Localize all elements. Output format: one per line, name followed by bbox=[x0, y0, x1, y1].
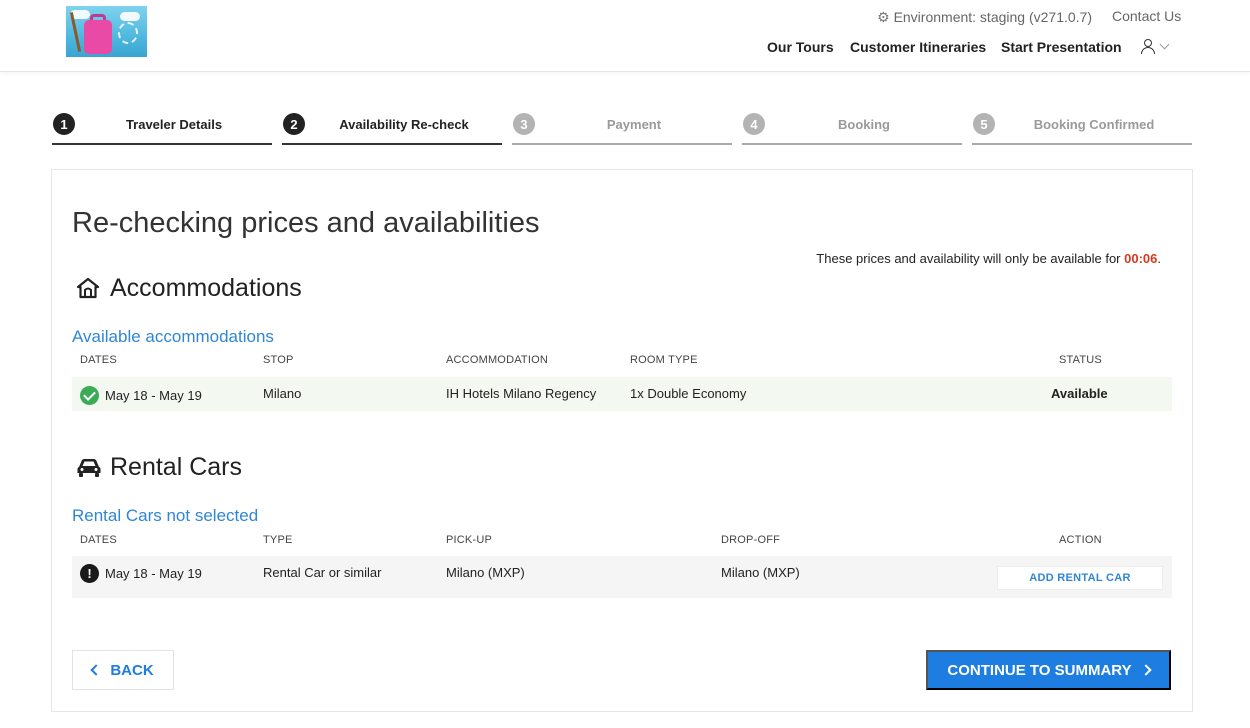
page-title: Re-checking prices and availabilities bbox=[72, 207, 540, 239]
accommodation-room-type: 1x Double Economy bbox=[630, 386, 747, 401]
nav-start-presentation[interactable]: Start Presentation bbox=[1001, 39, 1122, 55]
environment-indicator: ⚙ Environment: staging (v271.0.7) bbox=[877, 8, 1092, 26]
environment-label: Environment: staging (v271.0.7) bbox=[893, 9, 1093, 25]
exclamation-circle-icon: ! bbox=[80, 564, 99, 583]
step-number: 2 bbox=[283, 113, 305, 135]
step-booking-confirmed: 5 Booking Confirmed bbox=[972, 112, 1192, 145]
chevron-down-icon bbox=[1159, 39, 1170, 49]
step-label: Payment bbox=[606, 117, 662, 132]
nav-customer-itineraries[interactable]: Customer Itineraries bbox=[850, 39, 986, 55]
step-label: Traveler Details bbox=[125, 117, 223, 132]
top-header: ⚙ Environment: staging (v271.0.7) Contac… bbox=[0, 0, 1250, 72]
gear-icon: ⚙ bbox=[877, 8, 890, 25]
rental-pickup: Milano (MXP) bbox=[446, 565, 525, 580]
timer-value: 00:06 bbox=[1124, 251, 1158, 266]
col-status: STATUS bbox=[1059, 354, 1102, 366]
col-type: TYPE bbox=[263, 534, 293, 546]
availability-timer: These prices and availability will only … bbox=[816, 251, 1161, 266]
hotel-icon bbox=[76, 277, 100, 299]
step-label: Availability Re-check bbox=[339, 117, 469, 132]
step-booking: 4 Booking bbox=[742, 112, 962, 145]
col-accommodation: ACCOMMODATION bbox=[446, 354, 549, 366]
user-menu[interactable] bbox=[1141, 38, 1170, 54]
table-row bbox=[72, 377, 1172, 411]
check-circle-icon bbox=[80, 386, 99, 405]
chevron-left-icon bbox=[90, 664, 102, 676]
add-rental-car-button[interactable]: ADD RENTAL CAR bbox=[997, 566, 1163, 590]
step-label: Booking Confirmed bbox=[1033, 117, 1155, 132]
contact-us-link[interactable]: Contact Us bbox=[1112, 8, 1181, 24]
step-traveler-details: 1 Traveler Details bbox=[52, 112, 272, 145]
continue-label: CONTINUE TO SUMMARY bbox=[947, 661, 1132, 679]
col-pickup: PICK-UP bbox=[446, 534, 493, 546]
rental-dropoff: Milano (MXP) bbox=[721, 565, 800, 580]
logo-suitcase bbox=[84, 20, 112, 54]
accommodation-stop: Milano bbox=[263, 386, 302, 401]
user-icon bbox=[1141, 38, 1155, 54]
logo-decoration bbox=[118, 22, 138, 44]
step-number: 3 bbox=[513, 113, 535, 135]
timer-suffix: . bbox=[1157, 251, 1161, 266]
back-label: BACK bbox=[110, 661, 154, 679]
back-button[interactable]: BACK bbox=[72, 650, 174, 690]
accommodation-dates: May 18 - May 19 bbox=[105, 388, 202, 403]
rental-dates: May 18 - May 19 bbox=[105, 566, 202, 581]
rental-cars-title: Rental Cars bbox=[110, 453, 242, 481]
col-dates: DATES bbox=[80, 534, 117, 546]
rental-cars-subtitle: Rental Cars not selected bbox=[72, 506, 259, 525]
status-badge: Available bbox=[1051, 386, 1108, 401]
nav-our-tours[interactable]: Our Tours bbox=[767, 39, 834, 55]
step-number: 4 bbox=[743, 113, 765, 135]
continue-to-summary-button[interactable]: CONTINUE TO SUMMARY bbox=[926, 650, 1171, 690]
col-action: ACTION bbox=[1059, 534, 1102, 546]
accommodation-name: IH Hotels Milano Regency bbox=[446, 386, 597, 401]
rental-type: Rental Car or similar bbox=[263, 565, 382, 580]
logo-cloud bbox=[120, 12, 140, 21]
col-room-type: ROOM TYPE bbox=[630, 354, 698, 366]
accommodations-subtitle: Available accommodations bbox=[72, 327, 274, 346]
step-label: Booking bbox=[838, 117, 890, 132]
timer-text: These prices and availability will only … bbox=[816, 251, 1125, 266]
accommodations-title: Accommodations bbox=[110, 274, 302, 302]
step-availability-recheck: 2 Availability Re-check bbox=[282, 112, 502, 145]
step-number: 5 bbox=[973, 113, 995, 135]
company-logo[interactable] bbox=[66, 6, 147, 57]
col-stop: STOP bbox=[263, 354, 294, 366]
step-payment: 3 Payment bbox=[512, 112, 732, 145]
car-icon bbox=[77, 459, 101, 477]
chevron-right-icon bbox=[1139, 664, 1152, 676]
col-dates: DATES bbox=[80, 354, 117, 366]
step-number: 1 bbox=[53, 113, 75, 135]
col-dropoff: DROP-OFF bbox=[721, 534, 781, 546]
